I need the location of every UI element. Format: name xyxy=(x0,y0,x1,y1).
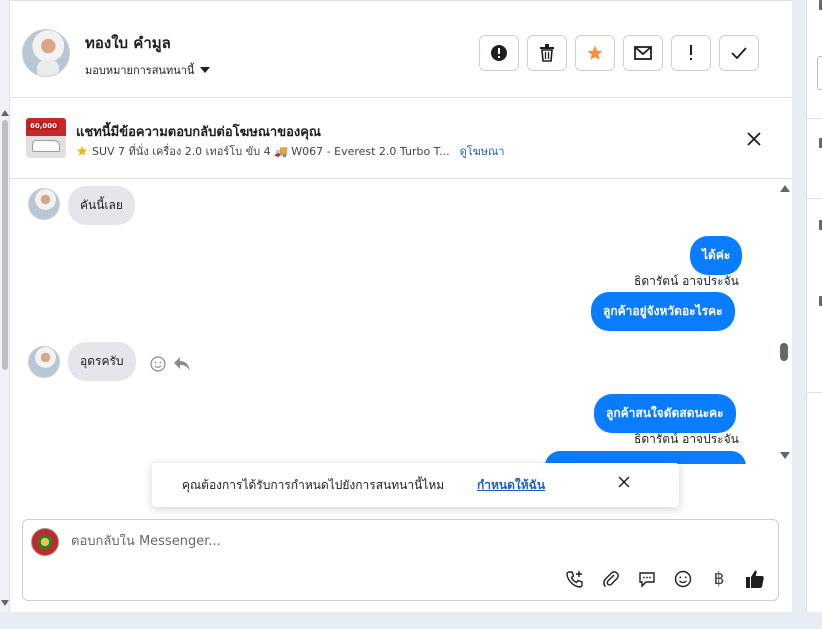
paperclip-icon[interactable] xyxy=(600,568,622,590)
scroll-up-arrow-icon[interactable] xyxy=(1,110,9,116)
star-button[interactable] xyxy=(575,35,615,71)
reply-input[interactable] xyxy=(71,534,761,549)
ad-reply-banner: 60,000 แชทนี้มีข้อความตอบกลับต่อโฆษณาของ… xyxy=(10,99,792,179)
message-scrollbar[interactable] xyxy=(778,183,790,463)
ad-banner-title: แชทนี้มีข้อความตอบกลับต่อโฆษณาของคุณ xyxy=(76,125,321,140)
right-panel-field[interactable] xyxy=(817,56,822,90)
avatar[interactable] xyxy=(28,346,60,378)
assign-prompt-toast: คุณต้องการได้รับการกำหนดไปยังการสนทนานี้… xyxy=(152,463,679,507)
assign-prompt-text: คุณต้องการได้รับการกำหนดไปยังการสนทนานี้… xyxy=(182,478,445,492)
composer-toolbar: ฿ xyxy=(564,568,766,590)
car-image xyxy=(32,140,60,152)
trash-icon xyxy=(540,44,554,62)
message-list[interactable]: คันนี้เลย ได้ค่ะ ธิดารัตน์ อาจประจัน ลูก… xyxy=(10,180,792,464)
delete-button[interactable] xyxy=(527,35,567,71)
thumbs-up-icon[interactable] xyxy=(744,568,766,590)
follow-up-button[interactable] xyxy=(671,35,711,71)
done-button[interactable] xyxy=(719,35,759,71)
divider xyxy=(807,392,822,393)
sender-name: ธิดารัตน์ อาจประจัน xyxy=(634,274,739,288)
reply-button[interactable] xyxy=(173,356,191,376)
report-button[interactable] xyxy=(479,35,519,71)
message-outgoing[interactable]: ลูกค้าอยู่จังหวัดอะไรคะ xyxy=(591,292,735,331)
baht-icon[interactable]: ฿ xyxy=(708,568,730,590)
left-column-strip xyxy=(0,0,10,612)
contact-avatar[interactable] xyxy=(22,29,70,77)
conversation-panel: ทองใบ คำมูล มอบหมายการสนทนานี้ 60,000 แช… xyxy=(10,0,792,612)
ad-subtitle-text: SUV 7 ที่นั่ง เครื่อง 2.0 เทอร์โบ ขับ 4 … xyxy=(92,145,450,158)
message-composer: ฿ xyxy=(22,519,779,601)
mark-unread-button[interactable] xyxy=(623,35,663,71)
ad-thumb-badge: 60,000 xyxy=(28,122,60,130)
ad-banner-subtitle: SUV 7 ที่นั่ง เครื่อง 2.0 เทอร์โบ ขับ 4 … xyxy=(76,142,504,160)
divider xyxy=(807,118,822,119)
check-icon xyxy=(731,47,747,59)
assign-conversation-dropdown[interactable]: มอบหมายการสนทนานี้ xyxy=(85,61,211,79)
chevron-down-icon xyxy=(200,67,211,73)
right-details-panel xyxy=(806,0,822,612)
close-ad-banner-button[interactable] xyxy=(747,131,761,150)
contact-name[interactable]: ทองใบ คำมูล xyxy=(85,31,171,55)
message-incoming[interactable]: อุดรครับ xyxy=(68,342,136,381)
view-ad-link[interactable]: ดูโฆษณา xyxy=(460,142,505,160)
smiley-icon xyxy=(150,356,166,372)
scroll-down-arrow-icon[interactable] xyxy=(780,452,790,459)
smiley-icon[interactable] xyxy=(672,568,694,590)
page-avatar xyxy=(31,528,59,556)
left-scrollbar[interactable] xyxy=(0,0,10,612)
conversation-header: ทองใบ คำมูล มอบหมายการสนทนานี้ xyxy=(10,0,792,98)
chat-bubble-icon[interactable] xyxy=(636,568,658,590)
message-outgoing[interactable]: ได้ค่ะ xyxy=(690,236,743,275)
ad-thumbnail[interactable]: 60,000 xyxy=(26,118,66,158)
alert-circle-icon xyxy=(491,45,507,61)
close-icon xyxy=(747,132,761,146)
scroll-up-arrow-icon[interactable] xyxy=(780,185,790,192)
phone-add-icon[interactable] xyxy=(564,568,586,590)
scroll-down-arrow-icon[interactable] xyxy=(1,600,9,606)
sender-name: ธิดารัตน์ อาจประจัน xyxy=(634,432,739,446)
message-scroll-thumb[interactable] xyxy=(780,343,788,361)
avatar[interactable] xyxy=(28,188,60,220)
close-icon xyxy=(618,476,630,488)
assign-label: มอบหมายการสนทนานี้ xyxy=(85,64,195,77)
reply-icon xyxy=(174,357,190,371)
close-toast-button[interactable] xyxy=(618,476,630,491)
star-icon xyxy=(77,146,87,156)
react-button[interactable] xyxy=(150,356,166,376)
left-scroll-thumb[interactable] xyxy=(2,120,8,370)
divider xyxy=(807,198,822,199)
star-icon xyxy=(587,45,603,60)
assign-to-me-link[interactable]: กำหนดให้ฉัน xyxy=(477,476,545,495)
envelope-icon xyxy=(634,46,652,60)
message-outgoing[interactable]: ลูกค้าสนใจดัดสดนะคะ xyxy=(594,394,736,433)
exclamation-icon xyxy=(690,45,692,60)
message-incoming[interactable]: คันนี้เลย xyxy=(68,186,135,225)
